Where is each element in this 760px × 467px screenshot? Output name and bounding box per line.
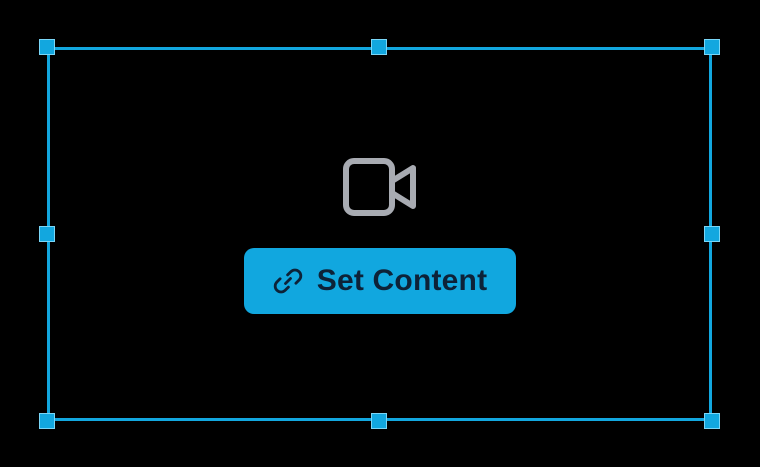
resize-handle-bottom-center[interactable] — [371, 413, 387, 429]
resize-handle-top-center[interactable] — [371, 39, 387, 55]
editor-canvas: Set Content — [0, 0, 760, 467]
video-placeholder-selection[interactable] — [47, 47, 712, 421]
video-camera-icon — [343, 158, 416, 216]
resize-handle-bottom-left[interactable] — [39, 413, 55, 429]
resize-handle-top-right[interactable] — [704, 39, 720, 55]
set-content-button[interactable]: Set Content — [244, 248, 516, 314]
resize-handle-middle-right[interactable] — [704, 226, 720, 242]
set-content-label: Set Content — [316, 264, 488, 297]
resize-handle-middle-left[interactable] — [39, 226, 55, 242]
resize-handle-bottom-right[interactable] — [704, 413, 720, 429]
resize-handle-top-left[interactable] — [39, 39, 55, 55]
link-icon — [273, 268, 302, 294]
